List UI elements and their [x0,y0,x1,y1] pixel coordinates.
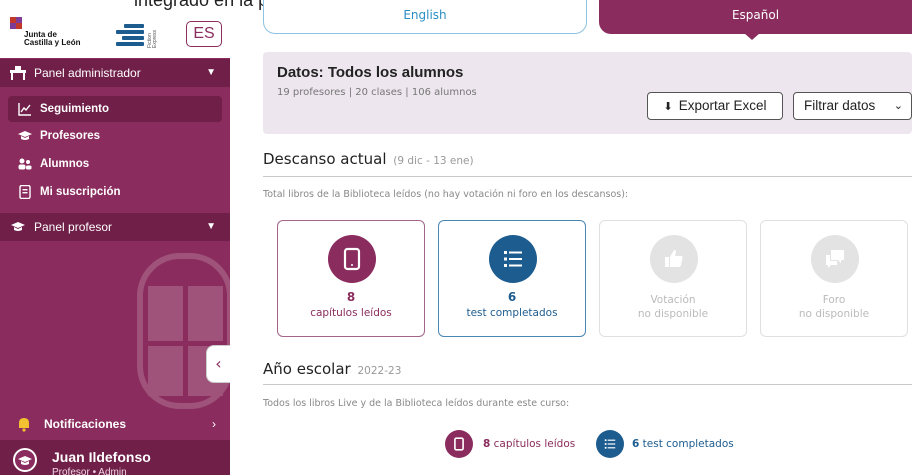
votacion-title: Votación [650,294,696,306]
foro-label: Foro no disponible [761,293,907,321]
year-capitulos-label: capítulos leídos [493,438,576,450]
stat-card-votacion: Votación no disponible [599,220,747,337]
panel-administrador-label: Panel administrador [34,66,141,80]
language-button[interactable]: ES [186,21,222,47]
section-description: Total libros de la Biblioteca leídos (no… [263,189,629,200]
chevron-down-icon: ▼ [206,221,216,232]
stat-card-capitulos[interactable]: 8 capítulos leídos [277,220,425,337]
chevron-down-icon: ⌄ [893,100,903,112]
sidebar-item-mi-suscripcion[interactable]: Mi suscripción [8,179,222,205]
section-description: Todos los libros Live y de la Biblioteca… [263,398,570,409]
chat-icon [826,250,844,268]
section-title-ano-escolar: Año escolar 2022-23 [263,360,401,378]
tablet-icon [343,247,361,271]
filter-data-dropdown[interactable]: Filtrar datos ⌄ [793,92,912,120]
tablet-icon [454,437,464,451]
votacion-label: Votación no disponible [600,293,746,321]
tab-english[interactable]: English [263,0,587,34]
page-title: Datos: Todos los alumnos [277,64,464,81]
notifications-label: Notificaciones [44,417,127,431]
sidebar-item-profesores[interactable]: Profesores [8,123,222,149]
votacion-status: no disponible [637,308,709,320]
sidebar-item-label: Seguimiento [40,103,110,115]
sidebar-item-seguimiento[interactable]: Seguimiento [8,96,222,122]
foro-title: Foro [822,294,846,306]
document-icon [19,185,31,199]
graduation-cap-icon [18,456,32,465]
data-summary-box: Datos: Todos los alumnos 19 profesores |… [263,52,912,134]
sidebar-item-alumnos[interactable]: Alumnos [8,151,222,177]
coat-of-arms-watermark [137,253,230,409]
avatar [13,448,37,472]
chevron-down-icon: ▼ [206,67,216,78]
chart-line-icon [18,103,31,116]
fiction-express-logo[interactable]: Fiction Express [116,22,158,48]
graduation-cap-icon [18,131,32,140]
chevron-right-icon: › [212,417,216,431]
download-icon: ⬇ [663,101,673,113]
notification-icon [19,418,29,432]
thumbs-up-icon [665,250,683,267]
panel-profesor-label: Panel profesor [34,220,113,234]
users-icon [18,158,32,170]
divider [263,384,912,385]
tablet-icon-circle [328,235,376,283]
fiction-express-text: Fiction Express [147,29,158,48]
sidebar-item-label: Profesores [40,130,101,142]
junta-castilla-leon-logo[interactable]: Junta de Castilla y León [6,17,86,47]
tablet-icon-circle [445,430,473,458]
user-name: Juan Ildefonso [52,449,151,465]
test-label: test completados [466,307,558,319]
test-count: 6 [507,290,517,304]
crest-icon [10,17,22,29]
tab-espanol-label: Español [731,8,780,22]
sidebar: Junta de Castilla y León Fiction Express… [0,0,230,475]
desk-icon [10,66,26,80]
list-icon [604,439,616,449]
year-capitulos-count: 8 [483,438,491,450]
sidebar-item-label: Mi suscripción [40,186,121,198]
divider [263,176,912,177]
foro-status: no disponible [798,308,870,320]
section-title-text: Descanso actual [263,150,387,168]
list-icon-circle [596,430,624,458]
panel-administrador[interactable]: Panel administrador ▼ [0,59,230,87]
graduation-cap-icon [11,222,25,231]
list-icon-circle [489,235,537,283]
summary-counts: 19 profesores | 20 clases | 106 alumnos [277,87,477,98]
logo-text: Junta de Castilla y León [24,30,81,47]
thumbs-up-icon-circle [650,235,698,283]
section-range: 2022-23 [357,365,402,377]
capitulos-label: capítulos leídos [310,307,392,319]
stat-card-test[interactable]: 6 test completados [438,220,586,337]
panel-profesor[interactable]: Panel profesor ▼ [0,213,230,241]
capitulos-count: 8 [346,290,356,304]
export-excel-label: Exportar Excel [678,98,767,113]
user-role: Profesor • Admin [52,467,127,475]
notifications-item[interactable]: Notificaciones › [0,410,230,438]
year-test-text: 6 test completados [632,430,734,458]
year-test-count: 6 [632,438,640,450]
section-title-descanso: Descanso actual (9 dic - 13 ene) [263,150,474,168]
stat-card-foro: Foro no disponible [760,220,908,337]
user-profile[interactable]: Juan Ildefonso Profesor • Admin [0,440,230,475]
filter-data-label: Filtrar datos [804,98,876,113]
year-test-label: test completados [642,438,734,450]
tab-espanol[interactable]: Español [599,0,912,40]
section-dates: (9 dic - 13 ene) [393,155,474,167]
chat-icon-circle [811,235,859,283]
sidebar-item-label: Alumnos [40,158,90,170]
collapse-sidebar-button[interactable]: ‹ [206,345,230,383]
export-excel-button[interactable]: ⬇ Exportar Excel [647,92,783,120]
year-capitulos-text: 8 capítulos leídos [483,430,575,458]
list-icon [504,251,522,267]
active-tab-indicator [744,33,760,40]
section-title-text: Año escolar [263,360,351,378]
